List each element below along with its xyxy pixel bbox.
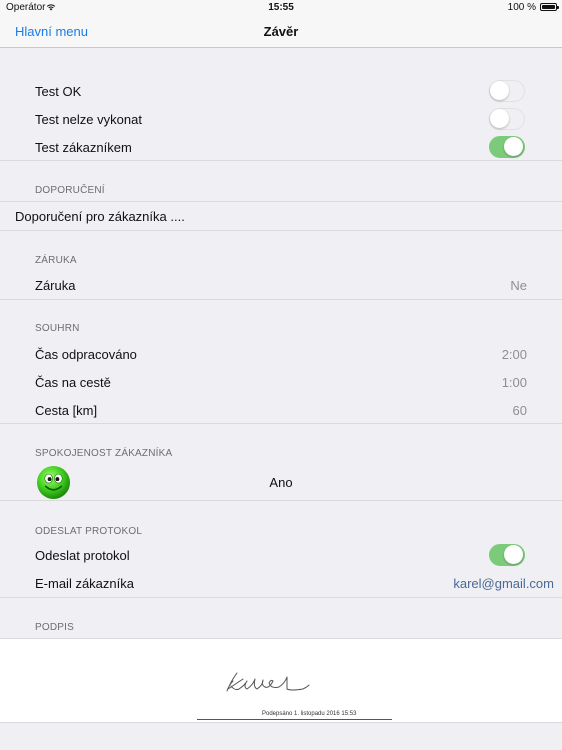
send-protocol-switch[interactable] bbox=[489, 544, 525, 566]
divider bbox=[0, 500, 562, 501]
recommendation-field[interactable]: Doporučení pro zákazníka .... bbox=[0, 202, 562, 230]
toggle-row-test-customer: Test zákazníkem bbox=[0, 133, 562, 161]
test-failed-switch[interactable] bbox=[489, 108, 525, 130]
divider bbox=[0, 299, 562, 300]
signature-drawing bbox=[226, 672, 310, 692]
warranty-row[interactable]: Záruka Ne bbox=[0, 271, 562, 299]
section-header-send: ODESLAT PROTOKOL bbox=[35, 526, 143, 537]
section-header-signature: PODPIS bbox=[35, 622, 74, 633]
section-header-satisfaction: SPOKOJENOST ZÁKAZNÍKA bbox=[35, 448, 173, 459]
distance-label: Cesta [km] bbox=[35, 403, 98, 418]
travel-time-value: 1:00 bbox=[501, 375, 527, 390]
work-time-value: 2:00 bbox=[501, 347, 527, 362]
summary-row-travel-time[interactable]: Čas na cestě 1:00 bbox=[0, 368, 562, 396]
divider bbox=[0, 722, 562, 723]
signature-caption: Podepsáno 1. listopadu 2016 15:53 bbox=[262, 711, 357, 717]
test-ok-switch[interactable] bbox=[489, 80, 525, 102]
customer-email-value: karel@gmail.com bbox=[453, 576, 554, 591]
distance-value: 60 bbox=[512, 403, 527, 418]
battery-percent: 100 % bbox=[507, 2, 536, 13]
divider bbox=[0, 597, 562, 598]
send-protocol-row: Odeslat protokol bbox=[0, 541, 562, 569]
recommendation-text: Doporučení pro zákazníka .... bbox=[15, 209, 185, 224]
warranty-label: Záruka bbox=[35, 278, 76, 293]
satisfaction-row[interactable]: Ano bbox=[0, 464, 562, 500]
status-time: 15:55 bbox=[268, 2, 294, 13]
travel-time-label: Čas na cestě bbox=[35, 375, 111, 390]
test-failed-label: Test nelze vykonat bbox=[35, 112, 142, 127]
toggle-row-test-ok: Test OK bbox=[0, 77, 562, 105]
switch-knob bbox=[490, 81, 509, 100]
test-customer-label: Test zákazníkem bbox=[35, 140, 132, 155]
summary-row-distance[interactable]: Cesta [km] 60 bbox=[0, 396, 562, 424]
warranty-value: Ne bbox=[510, 278, 527, 293]
test-customer-switch[interactable] bbox=[489, 136, 525, 158]
switch-knob bbox=[490, 109, 509, 128]
signature-line bbox=[197, 719, 392, 720]
work-time-label: Čas odpracováno bbox=[35, 347, 137, 362]
section-header-summary: SOUHRN bbox=[35, 323, 80, 334]
summary-row-work-time[interactable]: Čas odpracováno 2:00 bbox=[0, 340, 562, 368]
customer-email-row[interactable]: E-mail zákazníka karel@gmail.com bbox=[0, 569, 562, 597]
send-protocol-label: Odeslat protokol bbox=[35, 548, 130, 563]
divider bbox=[0, 160, 562, 161]
battery-icon bbox=[540, 3, 559, 11]
switch-knob bbox=[504, 137, 523, 156]
test-ok-label: Test OK bbox=[35, 84, 82, 99]
signature-pad[interactable]: Podepsáno 1. listopadu 2016 15:53 bbox=[0, 638, 562, 722]
customer-email-label: E-mail zákazníka bbox=[35, 576, 134, 591]
divider bbox=[0, 230, 562, 231]
satisfaction-value: Ano bbox=[269, 475, 293, 490]
section-header-recommendation: DOPORUČENÍ bbox=[35, 185, 105, 196]
page-title: Závěr bbox=[263, 24, 299, 39]
section-header-warranty: ZÁRUKA bbox=[35, 255, 77, 266]
switch-knob bbox=[504, 545, 523, 564]
divider bbox=[0, 423, 562, 424]
toggle-row-test-failed: Test nelze vykonat bbox=[0, 105, 562, 133]
navigation-bar: Hlavní menu Závěr bbox=[0, 16, 562, 48]
status-bar: Operátor 15:55 100 % bbox=[0, 0, 562, 16]
